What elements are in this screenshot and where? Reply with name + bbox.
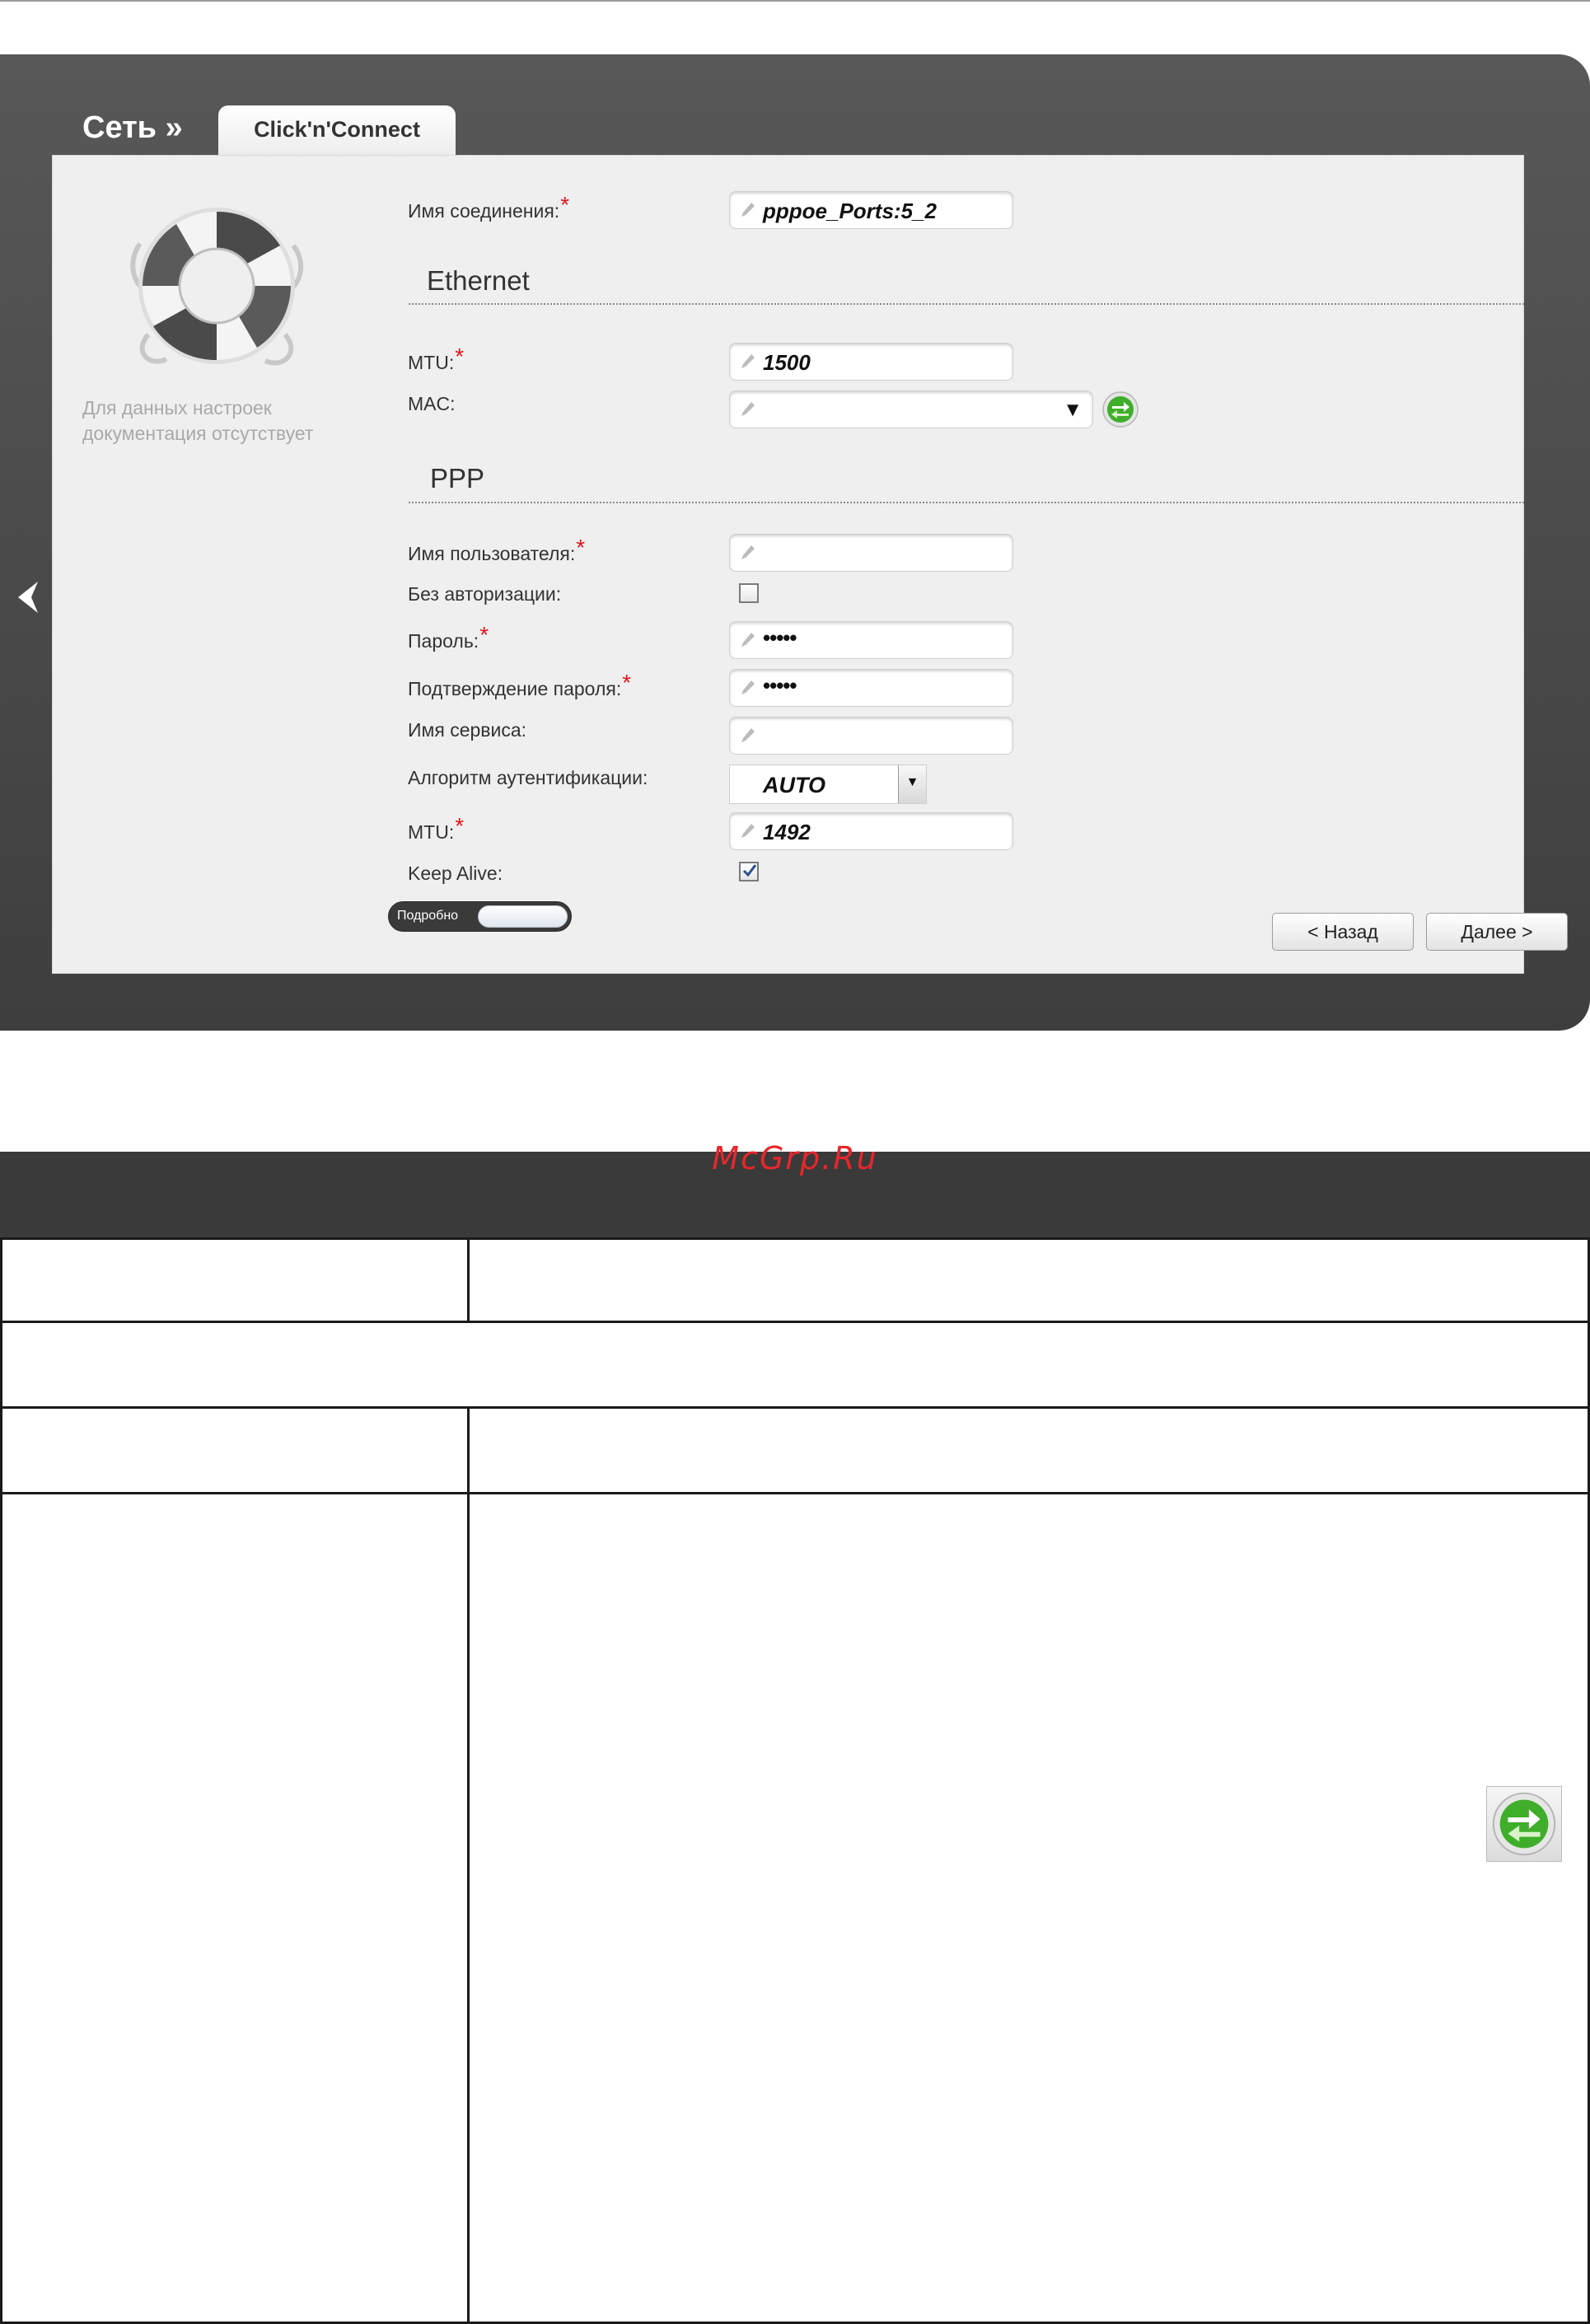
details-toggle[interactable]: Подробно bbox=[388, 901, 572, 932]
pencil-icon bbox=[741, 402, 755, 416]
table-cell-r4-c1 bbox=[0, 1492, 470, 2324]
ethernet-section-rule bbox=[409, 303, 1524, 305]
password-input[interactable]: ••••• bbox=[729, 621, 1013, 659]
top-rule bbox=[0, 0, 1590, 2]
username-input[interactable] bbox=[729, 534, 1013, 572]
table-cell-r1-c1 bbox=[0, 1237, 470, 1323]
pencil-icon bbox=[741, 728, 755, 742]
ppp-section-rule bbox=[409, 502, 1524, 503]
auth-algorithm-select[interactable]: AUTO ▼ bbox=[729, 765, 927, 804]
password-value: ••••• bbox=[763, 625, 797, 650]
details-toggle-knob bbox=[478, 905, 568, 928]
no-auth-label: Без авторизации: bbox=[408, 583, 562, 605]
pencil-icon bbox=[741, 545, 755, 559]
table-cell-r3-c1 bbox=[0, 1406, 470, 1494]
keep-alive-label: Keep Alive: bbox=[408, 863, 503, 884]
pencil-icon bbox=[741, 633, 755, 647]
next-button[interactable]: Далее > bbox=[1426, 913, 1568, 951]
confirm-password-label: Подтверждение пароля:* bbox=[408, 670, 632, 699]
auth-algorithm-value: AUTO bbox=[763, 773, 826, 797]
table-cell-r4-c2 bbox=[467, 1492, 1590, 2324]
confirm-password-value: ••••• bbox=[763, 673, 797, 698]
password-label: Пароль:* bbox=[408, 622, 489, 652]
connection-name-value: pppoe_Ports:5_2 bbox=[763, 199, 937, 223]
chevron-left-icon[interactable] bbox=[12, 577, 44, 618]
no-auth-checkbox[interactable] bbox=[739, 583, 759, 603]
table-cell-r1-c2 bbox=[467, 1237, 1590, 1323]
pencil-icon bbox=[741, 824, 755, 838]
confirm-password-input[interactable]: ••••• bbox=[729, 669, 1013, 707]
connection-name-label: Имя соединения:* bbox=[408, 192, 570, 222]
breadcrumb-section[interactable]: Сеть » bbox=[82, 110, 183, 146]
tab-clicknconnect[interactable]: Click'n'Connect bbox=[218, 105, 456, 157]
no-documentation-text: Для данных настроек документация отсутст… bbox=[82, 397, 314, 444]
ethernet-section-title: Ethernet bbox=[427, 265, 530, 296]
service-name-label: Имя сервиса: bbox=[408, 719, 527, 741]
mac-label: MAC: bbox=[408, 393, 456, 414]
ethernet-mtu-input[interactable]: 1500 bbox=[729, 343, 1013, 381]
pencil-icon bbox=[741, 203, 755, 217]
triangle-down-icon[interactable]: ▼ bbox=[898, 765, 926, 803]
triangle-down-icon[interactable]: ▼ bbox=[1063, 399, 1083, 422]
auth-algorithm-label: Алгоритм аутентификации: bbox=[408, 767, 648, 788]
mac-combobox[interactable]: ▼ bbox=[729, 390, 1093, 428]
ppp-section-title: PPP bbox=[430, 463, 485, 493]
lifebuoy-icon bbox=[130, 208, 303, 366]
refresh-button-illustration bbox=[1486, 1786, 1562, 1862]
check-icon bbox=[742, 864, 757, 877]
table-cell-r3-c2 bbox=[467, 1406, 1590, 1494]
ppp-mtu-value: 1492 bbox=[763, 820, 811, 844]
ethernet-mtu-value: 1500 bbox=[763, 350, 811, 375]
service-name-input[interactable] bbox=[729, 717, 1013, 755]
connection-name-input[interactable]: pppoe_Ports:5_2 bbox=[729, 191, 1013, 229]
table-cell-r2-full bbox=[0, 1321, 1590, 1409]
keep-alive-checkbox[interactable] bbox=[739, 862, 759, 881]
pencil-icon bbox=[741, 680, 755, 694]
ppp-mtu-label: MTU:* bbox=[408, 813, 465, 843]
pencil-icon bbox=[741, 354, 755, 368]
green-arrows-icon bbox=[1492, 1792, 1556, 1856]
watermark: McGrp.Ru bbox=[712, 1140, 878, 1176]
details-toggle-label: Подробно bbox=[397, 909, 459, 923]
ethernet-mtu-label: MTU:* bbox=[408, 344, 465, 373]
username-label: Имя пользователя:* bbox=[408, 535, 586, 564]
ppp-mtu-input[interactable]: 1492 bbox=[729, 812, 1013, 850]
back-button[interactable]: < Назад bbox=[1272, 913, 1414, 951]
green-arrows-icon[interactable] bbox=[1101, 390, 1139, 428]
